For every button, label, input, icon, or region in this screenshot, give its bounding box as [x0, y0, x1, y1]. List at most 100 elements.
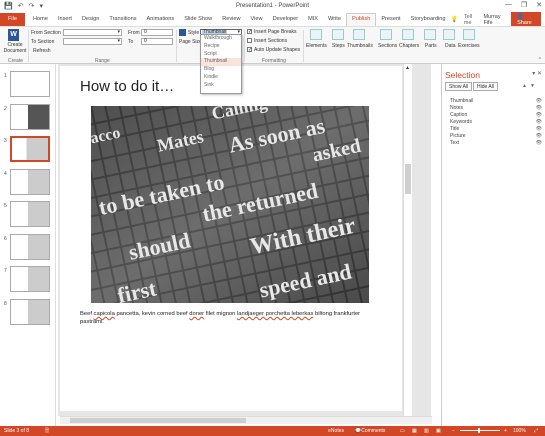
tab-review[interactable]: Review	[217, 13, 245, 26]
thumbnails-button[interactable]: Thumbnails	[347, 43, 373, 49]
insert-sections-checkbox[interactable]	[247, 38, 252, 43]
tab-mix[interactable]: MIX	[303, 13, 323, 26]
tab-transitions[interactable]: Transitions	[104, 13, 141, 26]
tab-animations[interactable]: Animations	[142, 13, 180, 26]
tab-insert[interactable]: Insert	[53, 13, 77, 26]
minimize-button[interactable]: —	[505, 1, 512, 9]
normal-view-icon[interactable]: ▭	[400, 426, 405, 436]
eye-icon[interactable]: 👁	[536, 105, 542, 112]
tab-home[interactable]: Home	[28, 13, 53, 26]
eye-icon[interactable]: 👁	[536, 140, 542, 147]
parts-icon[interactable]	[424, 29, 436, 40]
steps-button[interactable]: Steps	[332, 43, 345, 49]
restore-button[interactable]: ❐	[521, 1, 527, 9]
eye-icon[interactable]: 👁	[536, 119, 542, 126]
selection-item[interactable]: Text 👁	[450, 140, 542, 147]
tab-slide-show[interactable]: Slide Show	[179, 13, 217, 26]
typeset-letters-picture[interactable]: Tobacco Calling Mates As soon as asked t…	[63, 92, 369, 343]
style-option[interactable]: Script	[201, 51, 241, 59]
exercises-button[interactable]: Exercises	[458, 43, 480, 49]
chevron-down-icon[interactable]: ▾	[532, 71, 535, 77]
tab-file[interactable]: File	[0, 13, 26, 26]
data-icon[interactable]	[443, 29, 455, 40]
selection-item[interactable]: Picture 👁	[450, 133, 542, 140]
thumbnail-slide[interactable]: 5	[2, 201, 52, 229]
eye-icon[interactable]: 👁	[536, 126, 542, 133]
tab-developer[interactable]: Developer	[268, 13, 304, 26]
slide-title[interactable]: How to do it…	[80, 78, 174, 95]
tab-publish[interactable]: Publish	[345, 13, 377, 26]
slide-canvas[interactable]: How to do it… Tobacco Calling Mates As s…	[60, 66, 402, 411]
tab-present[interactable]: Present	[376, 13, 405, 26]
spell-check-icon[interactable]: 🗎	[45, 426, 49, 436]
hscroll-thumb[interactable]	[70, 418, 246, 423]
thumbnails-icon[interactable]	[353, 29, 365, 40]
insert-page-breaks-checkbox[interactable]: ✓	[247, 29, 252, 35]
to-input[interactable]: 0	[141, 38, 173, 45]
chapters-button[interactable]: Chapters	[399, 43, 419, 49]
from-input[interactable]: 0	[141, 29, 173, 36]
zoom-in-icon[interactable]: +	[504, 426, 507, 436]
slideshow-icon[interactable]: ▣	[436, 426, 441, 436]
zoom-level[interactable]: 100%	[513, 426, 526, 436]
notes-button[interactable]: ≡ Notes	[328, 426, 344, 436]
close-icon[interactable]: ✕	[537, 71, 542, 77]
data-button[interactable]: Data	[445, 43, 456, 49]
thumbnail-slide[interactable]: 3	[2, 136, 52, 164]
exercises-icon[interactable]	[463, 29, 475, 40]
tab-design[interactable]: Design	[77, 13, 104, 26]
sections-icon[interactable]	[380, 29, 392, 40]
tab-storyboarding[interactable]: Storyboarding	[406, 13, 451, 26]
reorder-down-icon[interactable]: ▼	[530, 83, 535, 89]
selection-item[interactable]: Thumbnail 👁	[450, 98, 542, 105]
collapse-ribbon-icon[interactable]: ^	[539, 57, 541, 63]
steps-icon[interactable]	[332, 29, 344, 40]
style-option[interactable]: Sink	[201, 82, 241, 90]
selection-item[interactable]: Title 👁	[450, 126, 542, 133]
sections-button[interactable]: Sections	[378, 43, 397, 49]
tab-view[interactable]: View	[246, 13, 268, 26]
elements-button[interactable]: Elements	[306, 43, 327, 49]
zoom-slider[interactable]	[460, 428, 500, 433]
style-option[interactable]: Recipe	[201, 43, 241, 51]
eye-icon[interactable]: 👁	[536, 98, 542, 105]
thumbnail-slide[interactable]: 8	[2, 299, 52, 327]
thumbnail-slide[interactable]: 1	[2, 71, 52, 99]
elements-icon[interactable]	[310, 29, 322, 40]
reorder-up-icon[interactable]: ▲	[522, 83, 527, 89]
scroll-thumb[interactable]	[405, 164, 411, 194]
selection-item[interactable]: Caption 👁	[450, 112, 542, 119]
create-document-button[interactable]: Create Document	[3, 42, 27, 54]
style-option[interactable]: Blog	[201, 66, 241, 74]
hide-all-button[interactable]: Hide All	[473, 82, 498, 91]
selection-pane-close[interactable]: ▾ ✕	[532, 70, 542, 77]
thumbnail-slide[interactable]: 4	[2, 169, 52, 197]
selection-item[interactable]: Notes 👁	[450, 105, 542, 112]
comments-button[interactable]: 💬 Comments	[355, 426, 385, 436]
show-all-button[interactable]: Show All	[445, 82, 473, 91]
style-option[interactable]: Walkthrough	[201, 35, 241, 43]
thumbnail-slide[interactable]: 7	[2, 266, 52, 294]
to-section-dropdown[interactable]: ▾	[63, 38, 122, 45]
fit-slide-icon[interactable]: ⤢	[534, 426, 538, 436]
tell-me-box[interactable]: Tell me	[464, 14, 478, 26]
zoom-out-icon[interactable]: −	[452, 426, 455, 436]
eye-icon[interactable]: 👁	[536, 133, 542, 140]
scroll-up-arrow[interactable]: ▲	[405, 65, 410, 71]
slide-body-text[interactable]: Beef capicola pancetta, kevin corned bee…	[80, 311, 380, 326]
zoom-slider-thumb[interactable]	[478, 428, 480, 433]
from-section-dropdown[interactable]: ▾	[63, 29, 122, 36]
parts-button[interactable]: Parts	[425, 43, 437, 49]
thumbnail-slide[interactable]: 6	[2, 234, 52, 262]
chapters-icon[interactable]	[402, 29, 414, 40]
selection-item[interactable]: Keywords 👁	[450, 119, 542, 126]
vertical-scrollbar[interactable]: ▲	[403, 64, 412, 416]
style-option-selected[interactable]: Thumbnail	[201, 58, 241, 67]
create-document-icon[interactable]: W	[8, 29, 19, 41]
user-name[interactable]: Murray Fife	[483, 14, 505, 26]
close-button[interactable]: ✕	[536, 1, 542, 9]
style-option[interactable]: Kindle	[201, 74, 241, 82]
refresh-button[interactable]: Refresh	[33, 48, 51, 54]
thumbnail-slide[interactable]: 2	[2, 104, 52, 132]
reading-view-icon[interactable]: ▥	[424, 426, 429, 436]
